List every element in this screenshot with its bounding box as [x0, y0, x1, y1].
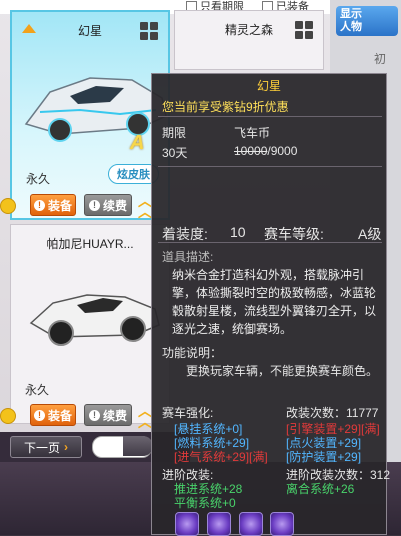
car-duration: 永久 — [26, 172, 51, 186]
car-image — [24, 77, 167, 142]
upgrade-label: 赛车强化: — [162, 406, 214, 420]
price-period: 30天 — [162, 146, 188, 160]
renew-label: 续费 — [102, 198, 127, 213]
item-tooltip: 幻星 您当前享受紫钻9折优惠 期限 飞车币 30天 10000/9000 着装度… — [151, 73, 390, 535]
skill-icon — [270, 512, 294, 536]
advanced-clutch: 离合系统+26 — [286, 482, 355, 496]
price-header-period: 期限 — [162, 126, 187, 140]
skill-icon — [239, 512, 263, 536]
car-grade-value: A级 — [358, 226, 382, 242]
double-chevron-icon[interactable]: ︿ ︿ — [138, 194, 152, 219]
divider — [158, 166, 382, 167]
upgrade-intake: [进气系统+29][满] — [174, 450, 268, 464]
equip-label: 装备 — [47, 198, 72, 213]
coin-icon — [0, 198, 16, 214]
description-label: 道具描述: — [162, 250, 214, 264]
equip-label: 装备 — [47, 408, 72, 423]
page-go-button[interactable] — [123, 436, 153, 456]
right-panel-label: 初 — [374, 52, 387, 66]
renew-button[interactable]: ! 续费 — [84, 194, 132, 216]
divider — [158, 242, 382, 243]
skill-icon — [175, 512, 199, 536]
original-price: 10000 — [234, 144, 268, 158]
coin-icon — [0, 408, 16, 424]
next-page-button[interactable]: 下一页 › — [10, 436, 82, 458]
divider — [158, 116, 382, 117]
car-grade-label: 赛车等级: — [264, 226, 324, 242]
equip-button[interactable]: ! 装备 — [30, 404, 76, 426]
skill-icon — [207, 512, 231, 536]
car-card-2[interactable]: 精灵之森 — [174, 10, 324, 70]
next-page-label: 下一页 — [23, 440, 60, 455]
car-name: 帕加尼HUAYR... — [46, 237, 134, 251]
current-price: /9000 — [267, 144, 298, 158]
chevron-right-icon: › — [64, 440, 68, 454]
modify-count: 改装次数：11777 — [286, 406, 379, 420]
upgrade-protection: [防护装置+29] — [286, 450, 362, 464]
exclamation-icon: ! — [33, 409, 45, 421]
renew-button[interactable]: ! 续费 — [84, 404, 132, 426]
tooltip-title: 幻星 — [256, 79, 281, 93]
function-label: 功能说明： — [162, 346, 223, 360]
renew-label: 续费 — [102, 408, 127, 423]
exclamation-icon: ! — [33, 199, 45, 211]
function-text: 更换玩家车辆，不能更换赛车颜色。 — [186, 364, 379, 378]
car-card-selected[interactable]: 幻星 A 永久 炫皮肤 — [10, 10, 170, 220]
equip-button[interactable]: ! 装备 — [30, 194, 76, 216]
grid-menu-icon[interactable] — [140, 22, 158, 40]
double-chevron-icon[interactable]: ︿ ︿ — [138, 404, 152, 429]
car-grade-badge: A — [130, 132, 145, 154]
price-header-currency: 飞车币 — [234, 126, 271, 140]
description-text: 纳米合金打造科幻外观，搭载脉冲引擎，体验撕裂时空的极致畅感，冰蓝轮毂散射星楼，流… — [172, 268, 377, 336]
exclamation-icon: ! — [88, 409, 100, 421]
equip-degree-value: 10 — [230, 224, 246, 240]
discount-text: 您当前享受紫钻9折优惠 — [162, 100, 289, 114]
price-value: 10000/9000 — [234, 144, 297, 158]
exclamation-icon: ! — [88, 199, 100, 211]
show-character-button[interactable]: 显示 人物 — [336, 6, 398, 36]
car-duration: 永久 — [25, 383, 50, 397]
car-image — [29, 294, 160, 346]
car-card-3[interactable]: 帕加尼HUAYR... 永久 — [10, 224, 170, 424]
advanced-balance: 平衡系统+0 — [174, 496, 236, 510]
equip-degree-label: 着装度: — [162, 226, 208, 242]
grid-menu-icon[interactable] — [295, 21, 313, 39]
